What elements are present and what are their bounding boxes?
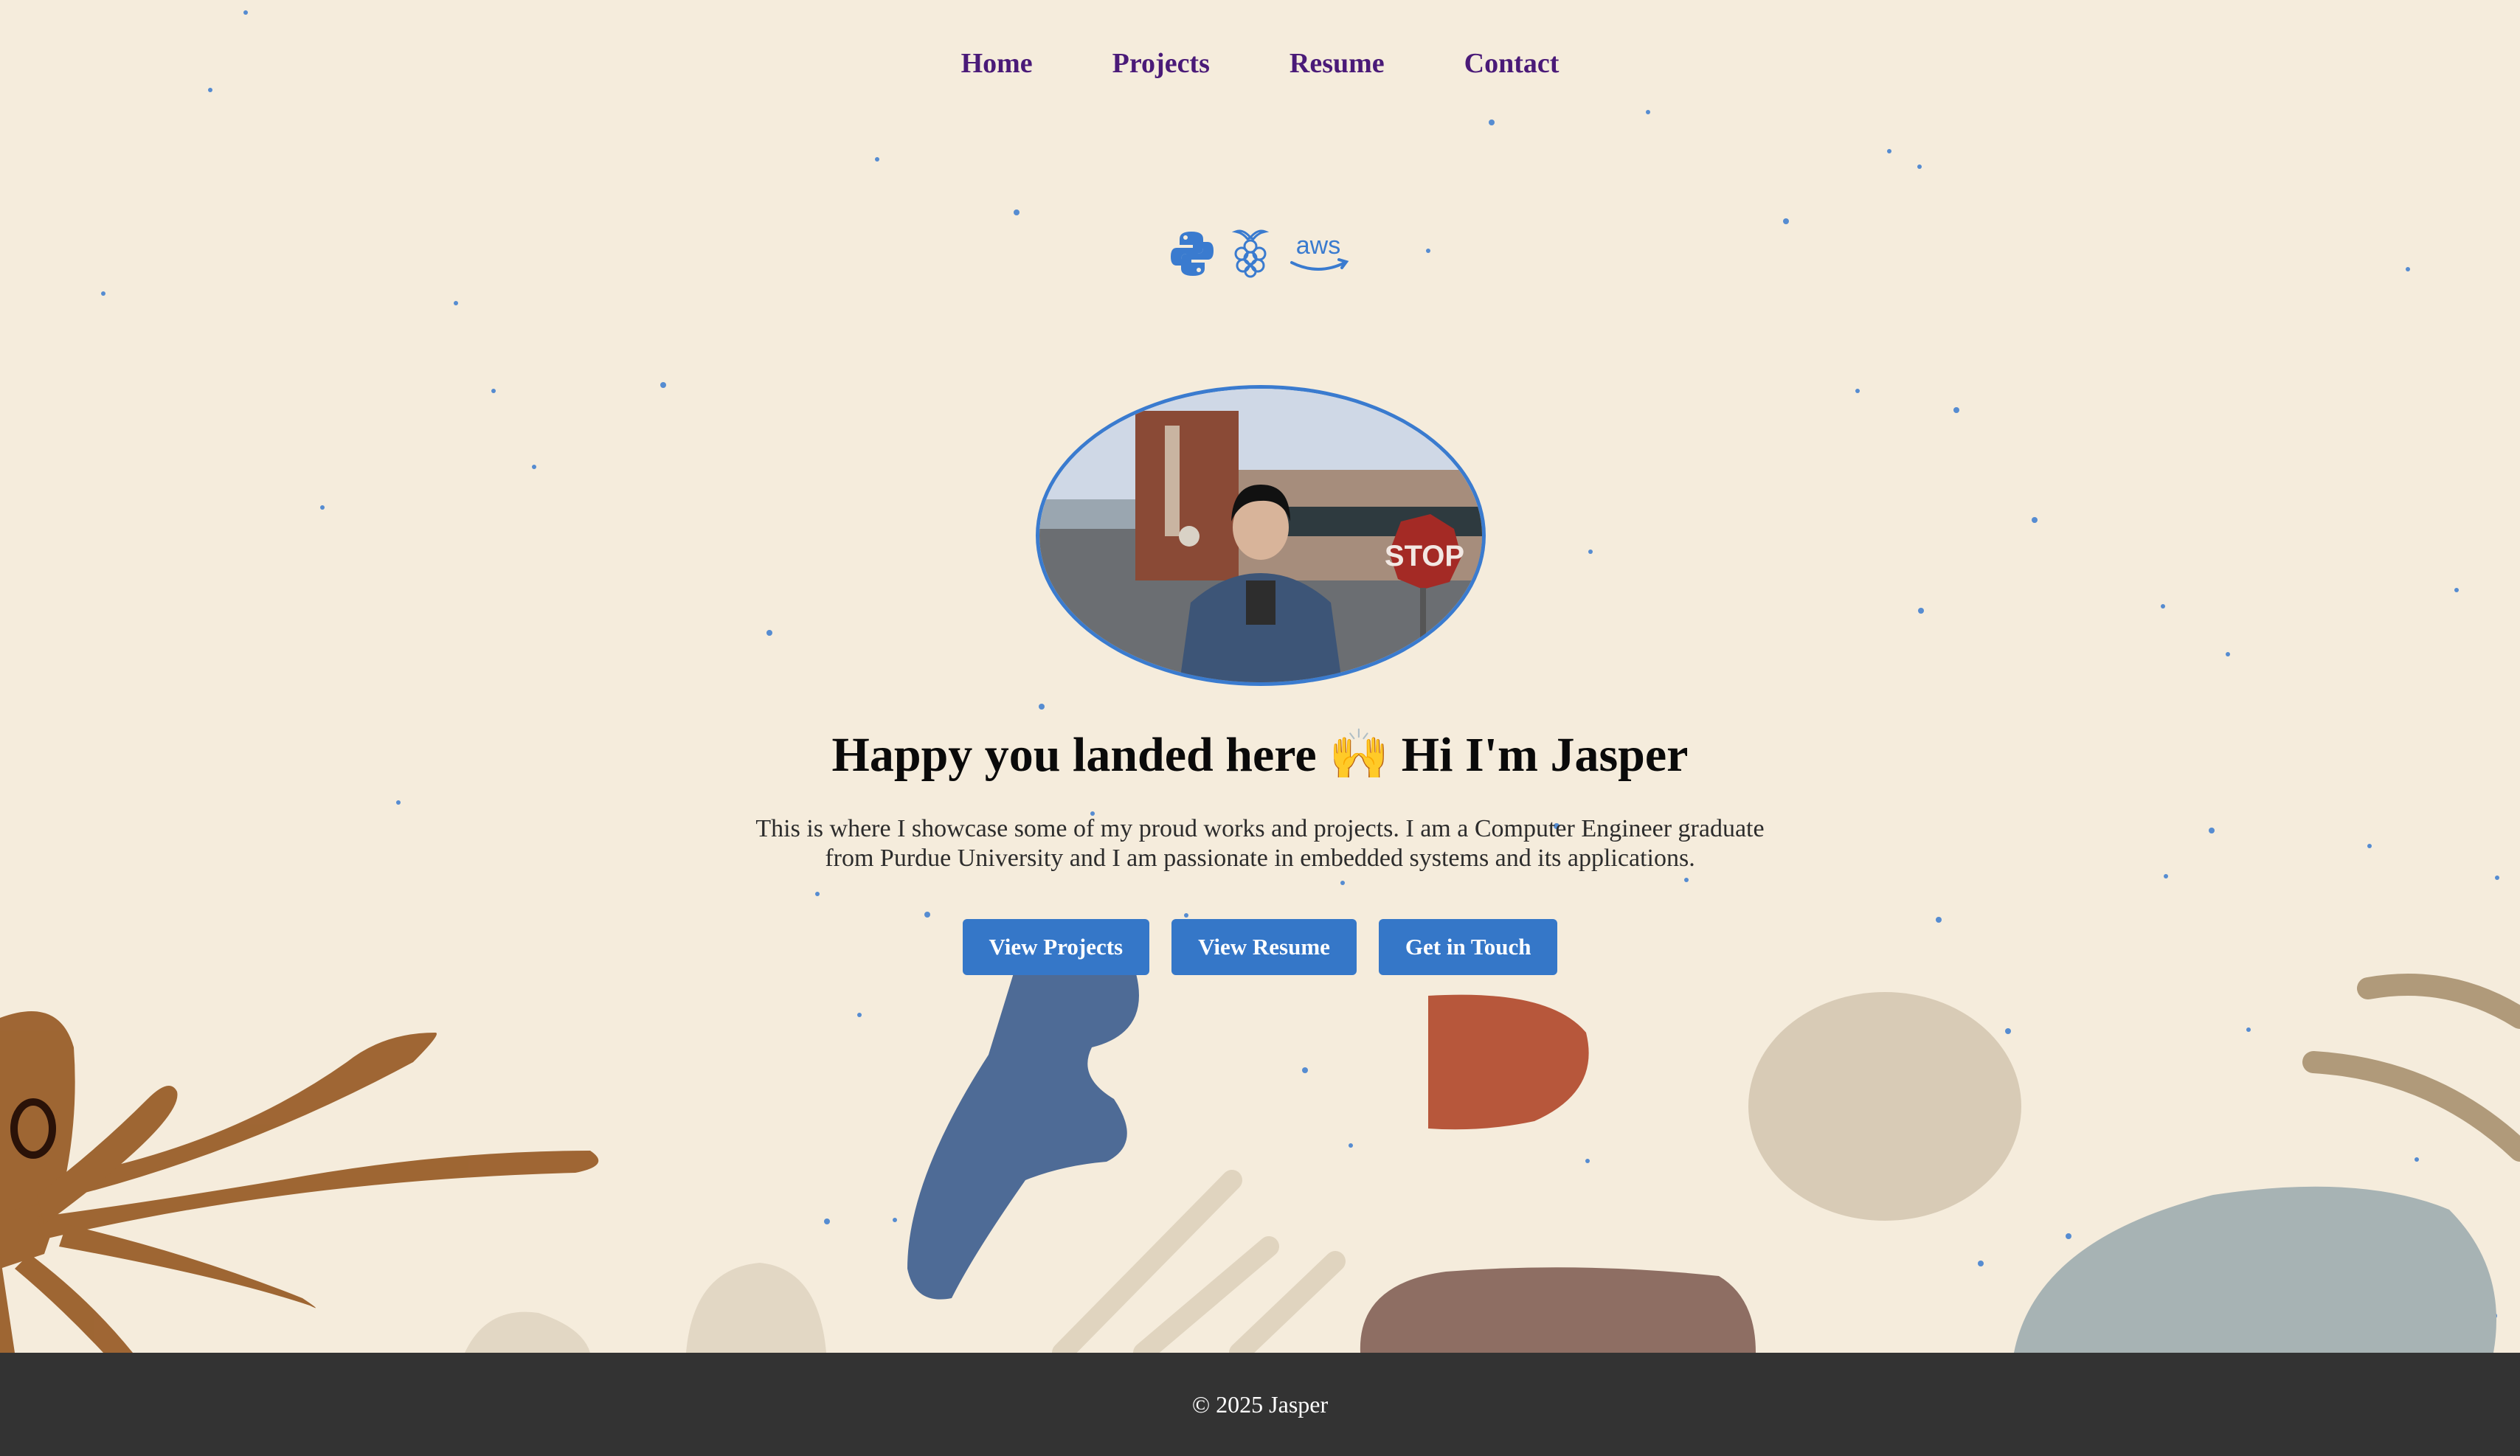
view-projects-button[interactable]: View Projects xyxy=(962,919,1150,975)
footer-copyright: © 2025 Jasper xyxy=(1191,1391,1329,1418)
portfolio-page: Home Projects Resume Contact aws STOP Ha… xyxy=(0,0,2520,1456)
cta-buttons: View Projects View Resume Get in Touch xyxy=(0,919,2520,975)
main-nav: Home Projects Resume Contact xyxy=(0,47,2520,80)
profile-photo: STOP xyxy=(1036,385,1486,686)
svg-text:STOP: STOP xyxy=(1385,540,1464,572)
raspberry-pi-icon xyxy=(1230,229,1271,279)
tech-icons: aws xyxy=(0,229,2520,279)
view-resume-button[interactable]: View Resume xyxy=(1171,919,1357,975)
nav-link-projects[interactable]: Projects xyxy=(1112,47,1210,80)
hero-intro: This is where I showcase some of my prou… xyxy=(755,815,1765,872)
python-icon xyxy=(1171,230,1214,277)
nav-link-home[interactable]: Home xyxy=(961,47,1033,80)
nav-link-contact[interactable]: Contact xyxy=(1464,47,1560,80)
nav-link-resume[interactable]: Resume xyxy=(1290,47,1385,80)
hero-headline: Happy you landed here 🙌 Hi I'm Jasper xyxy=(831,728,1689,782)
get-in-touch-button[interactable]: Get in Touch xyxy=(1378,919,1558,975)
svg-text:aws: aws xyxy=(1296,232,1340,260)
aws-icon: aws xyxy=(1287,232,1349,276)
footer: © 2025 Jasper xyxy=(0,1353,2520,1456)
